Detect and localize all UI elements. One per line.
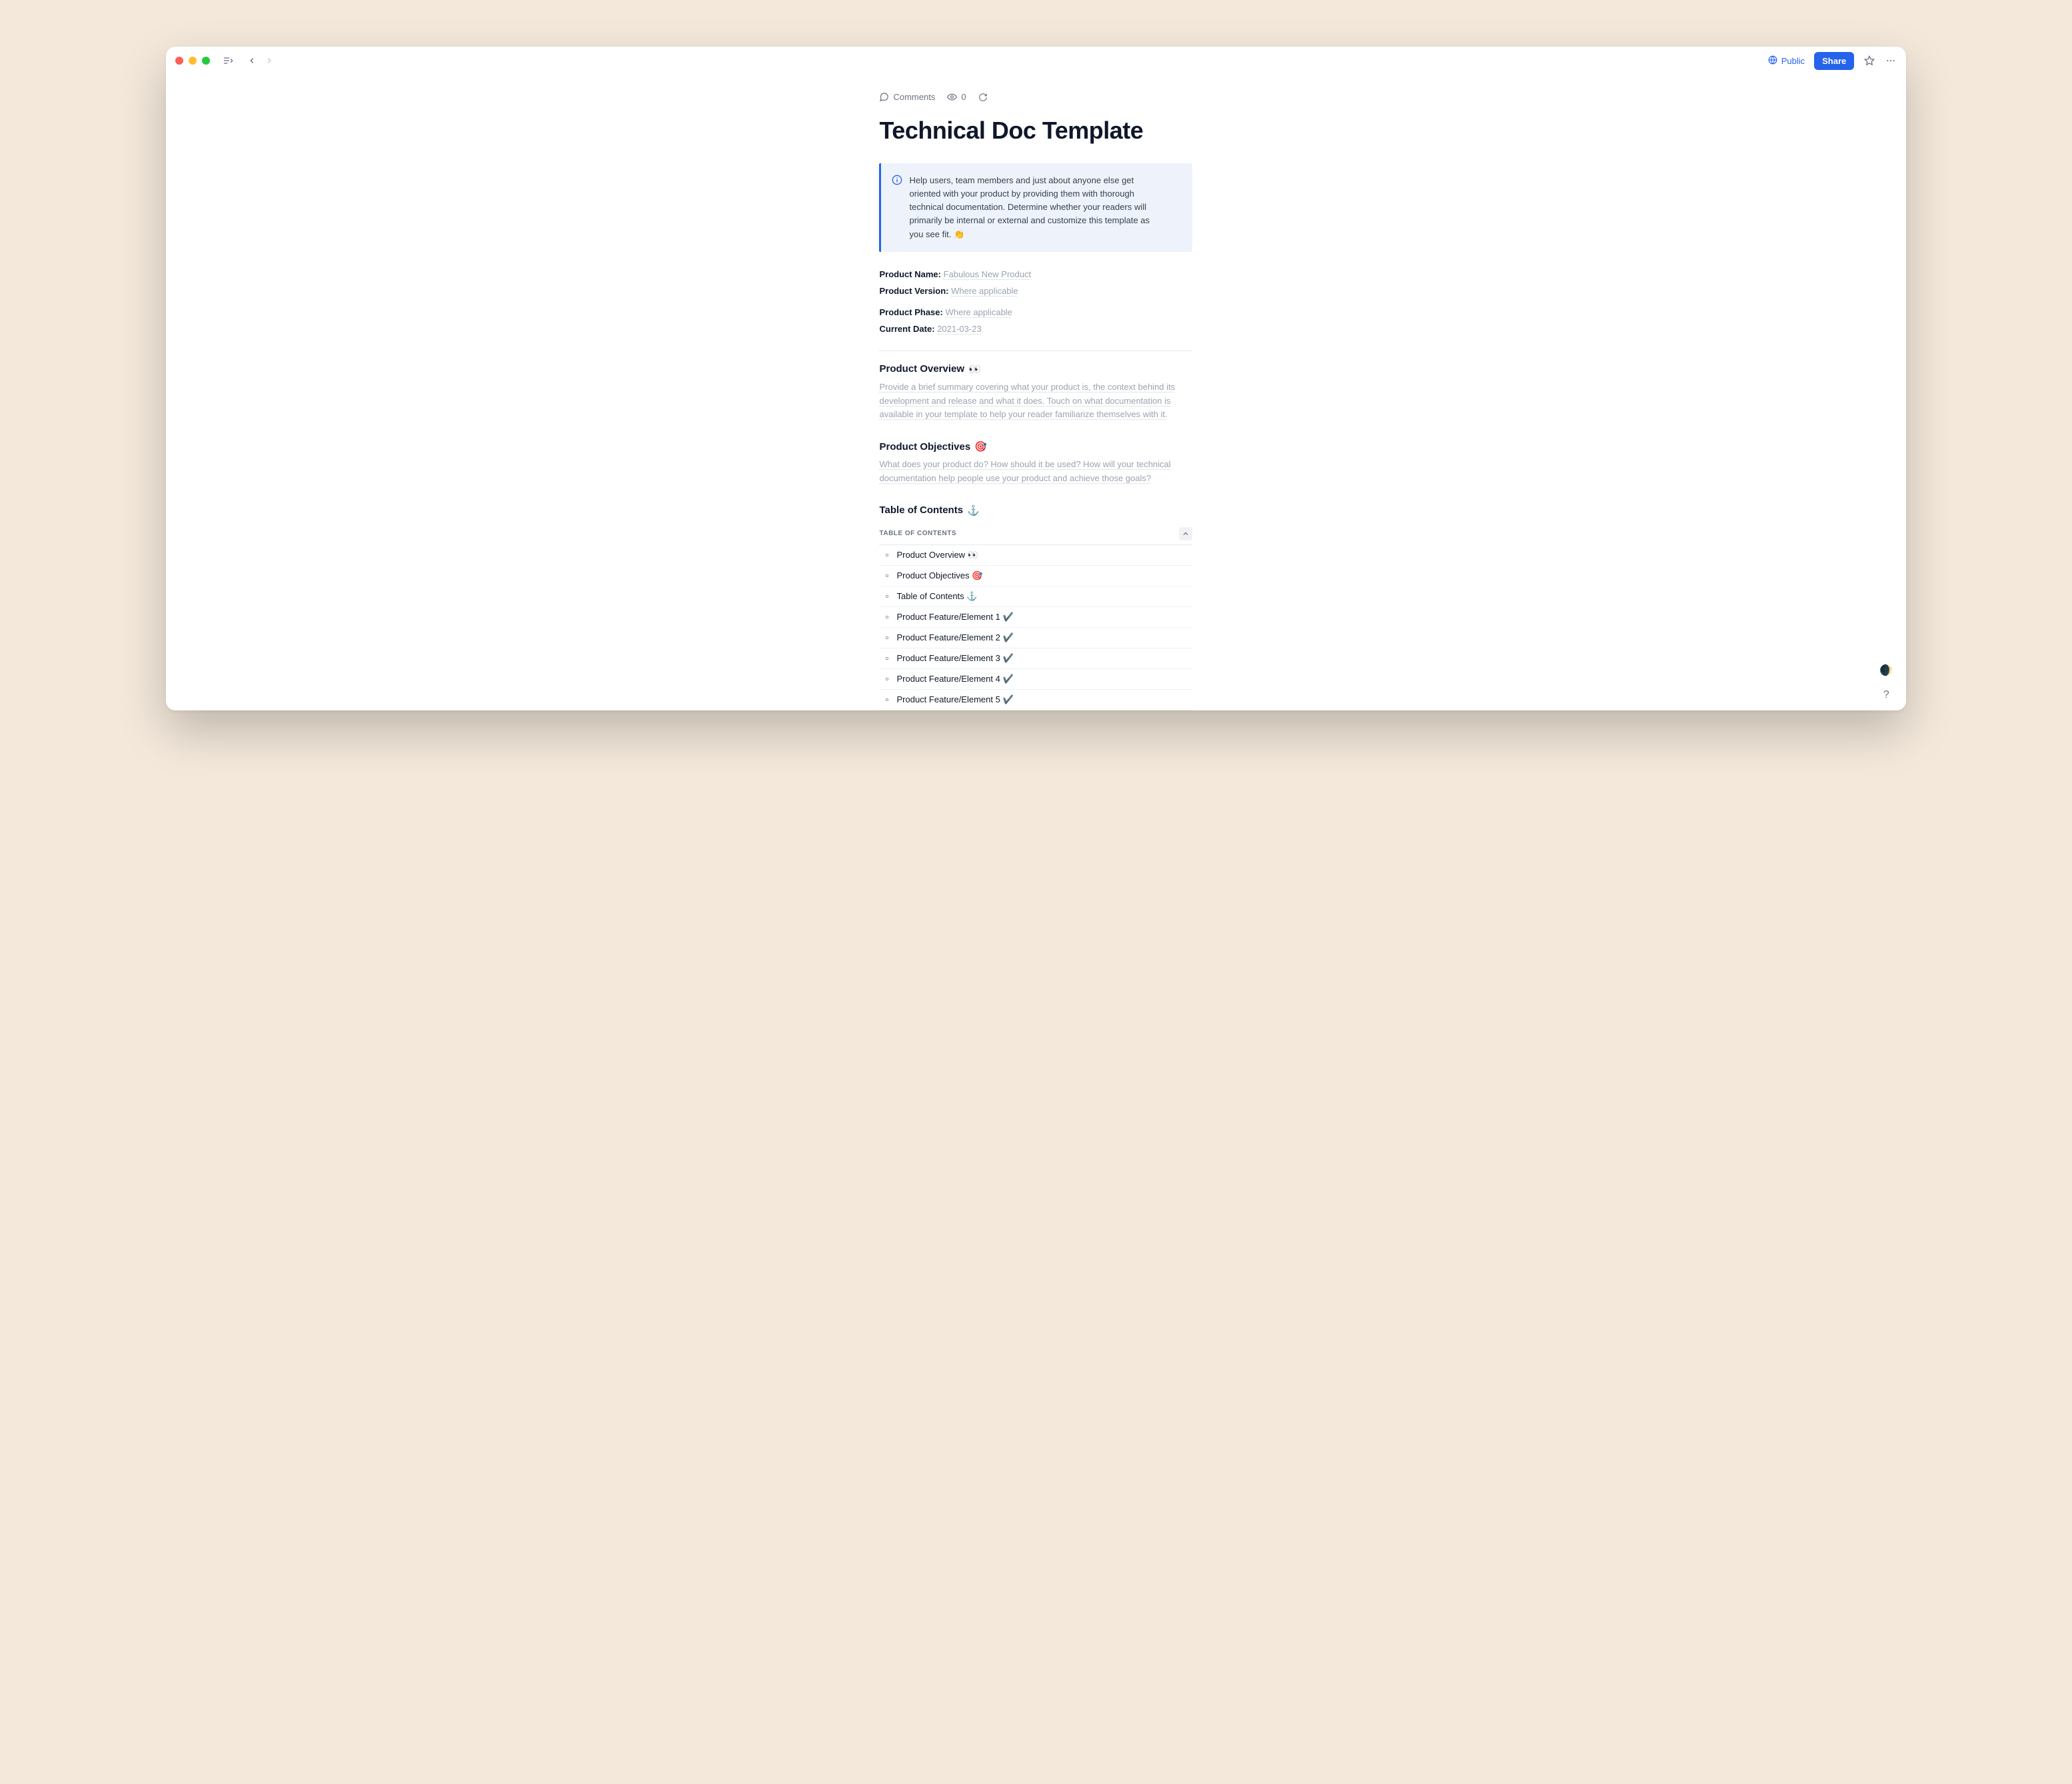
share-button[interactable]: Share bbox=[1814, 52, 1854, 70]
bullet-icon bbox=[886, 574, 888, 577]
toc-item-label: Product Objectives 🎯 bbox=[896, 570, 982, 581]
product-phase-label: Product Phase: bbox=[879, 307, 942, 317]
bullet-icon bbox=[886, 678, 888, 680]
toc-item[interactable]: Table of Contents ⚓ bbox=[879, 586, 1192, 607]
app-window: Public Share Comments bbox=[166, 47, 1907, 710]
bullet-icon bbox=[886, 616, 888, 618]
toc-item[interactable]: Product Feature/Element 1 ✔️ bbox=[879, 607, 1192, 628]
refresh-button[interactable] bbox=[978, 92, 988, 102]
nav-back-button[interactable] bbox=[246, 55, 258, 67]
floating-actions: 🌒 ? bbox=[1879, 664, 1893, 701]
section-overview-title[interactable]: Product Overview 👀 bbox=[879, 363, 1192, 375]
window-minimize-button[interactable] bbox=[189, 57, 197, 65]
public-link[interactable]: Public bbox=[1768, 55, 1805, 67]
info-callout[interactable]: Help users, team members and just about … bbox=[879, 163, 1192, 252]
eye-icon bbox=[947, 92, 957, 102]
toc-item-label: Product Feature/Element 5 ✔️ bbox=[896, 694, 1013, 705]
toc-item-label: Product Feature/Element 4 ✔️ bbox=[896, 674, 1013, 684]
nav-arrows bbox=[246, 55, 275, 67]
views-count: 0 bbox=[961, 92, 966, 102]
section-toc-heading: Table of Contents bbox=[879, 504, 963, 516]
target-icon: 🎯 bbox=[974, 441, 987, 452]
window-zoom-button[interactable] bbox=[202, 57, 210, 65]
toc-item[interactable]: Product Feature/Element 3 ✔️ bbox=[879, 648, 1192, 669]
callout-body: Help users, team members and just about … bbox=[909, 174, 1166, 241]
comments-button[interactable]: Comments bbox=[879, 92, 935, 102]
document-content: Comments 0 Technical Doc Template bbox=[879, 92, 1192, 710]
current-date-label: Current Date: bbox=[879, 324, 934, 334]
bullet-icon bbox=[886, 657, 888, 660]
toc-collapse-button[interactable] bbox=[1179, 527, 1192, 540]
product-version-label: Product Version: bbox=[879, 286, 948, 296]
info-icon bbox=[892, 175, 902, 189]
more-menu-icon[interactable] bbox=[1885, 55, 1897, 67]
section-objectives-title[interactable]: Product Objectives 🎯 bbox=[879, 441, 1192, 452]
bullet-icon bbox=[886, 595, 888, 598]
toc-item[interactable]: Product Overview 👀 bbox=[879, 545, 1192, 566]
toc-block-header: TABLE OF CONTENTS bbox=[879, 522, 1192, 545]
section-objectives-body[interactable]: What does your product do? How should it… bbox=[879, 458, 1192, 486]
titlebar: Public Share bbox=[166, 47, 1907, 75]
toc-item[interactable]: Product Feature/Element 5 ✔️ bbox=[879, 690, 1192, 710]
product-version-value: Where applicable bbox=[951, 286, 1018, 296]
nav-forward-button[interactable] bbox=[263, 55, 275, 67]
comment-icon bbox=[879, 92, 889, 102]
comments-label: Comments bbox=[893, 92, 935, 102]
field-product-phase[interactable]: Product Phase: Where applicable bbox=[879, 306, 1192, 319]
toc-item[interactable]: Product Feature/Element 4 ✔️ bbox=[879, 669, 1192, 690]
field-product-name[interactable]: Product Name: Fabulous New Product bbox=[879, 268, 1192, 281]
product-name-label: Product Name: bbox=[879, 269, 940, 279]
titlebar-left bbox=[175, 55, 275, 67]
bullet-icon bbox=[886, 698, 888, 701]
current-date-value: 2021-03-23 bbox=[937, 324, 982, 334]
sidebar-toggle-icon[interactable] bbox=[222, 55, 234, 67]
clap-icon: 👏 bbox=[954, 228, 964, 241]
doc-meta-row: Comments 0 bbox=[879, 92, 1192, 102]
help-icon[interactable]: ? bbox=[1883, 689, 1889, 701]
bullet-icon bbox=[886, 554, 888, 556]
toc-item-label: Product Feature/Element 3 ✔️ bbox=[896, 653, 1013, 664]
section-overview-body[interactable]: Provide a brief summary covering what yo… bbox=[879, 381, 1192, 422]
globe-icon bbox=[1768, 55, 1777, 67]
field-current-date[interactable]: Current Date: 2021-03-23 bbox=[879, 323, 1192, 336]
public-label: Public bbox=[1781, 56, 1805, 66]
product-phase-value: Where applicable bbox=[945, 307, 1012, 317]
toc-item[interactable]: Product Feature/Element 2 ✔️ bbox=[879, 628, 1192, 648]
page-title[interactable]: Technical Doc Template bbox=[879, 117, 1192, 145]
views-button[interactable]: 0 bbox=[947, 92, 966, 102]
section-overview-heading: Product Overview bbox=[879, 363, 964, 375]
titlebar-right: Public Share bbox=[1768, 52, 1897, 70]
section-objectives-heading: Product Objectives bbox=[879, 441, 970, 452]
window-close-button[interactable] bbox=[175, 57, 183, 65]
product-name-value: Fabulous New Product bbox=[944, 269, 1032, 279]
doc-viewport: Comments 0 Technical Doc Template bbox=[166, 75, 1907, 710]
section-toc-title[interactable]: Table of Contents ⚓ bbox=[879, 504, 1192, 516]
bullet-icon bbox=[886, 636, 888, 639]
toc-item-label: Table of Contents ⚓ bbox=[896, 591, 977, 602]
toc-list: Product Overview 👀 Product Objectives 🎯 … bbox=[879, 545, 1192, 710]
toc-item-label: Product Feature/Element 2 ✔️ bbox=[896, 632, 1013, 643]
theme-toggle-icon[interactable]: 🌒 bbox=[1879, 664, 1893, 677]
field-product-version[interactable]: Product Version: Where applicable bbox=[879, 285, 1192, 298]
toc-item-label: Product Feature/Element 1 ✔️ bbox=[896, 612, 1013, 622]
window-controls bbox=[175, 57, 210, 65]
toc-header-label: TABLE OF CONTENTS bbox=[879, 530, 956, 537]
toc-item[interactable]: Product Objectives 🎯 bbox=[879, 566, 1192, 586]
anchor-icon: ⚓ bbox=[967, 504, 980, 516]
callout-text: Help users, team members and just about … bbox=[909, 175, 1150, 239]
favorite-icon[interactable] bbox=[1863, 55, 1875, 67]
refresh-icon bbox=[978, 92, 988, 102]
eyes-icon: 👀 bbox=[968, 363, 981, 375]
toc-item-label: Product Overview 👀 bbox=[896, 550, 978, 560]
